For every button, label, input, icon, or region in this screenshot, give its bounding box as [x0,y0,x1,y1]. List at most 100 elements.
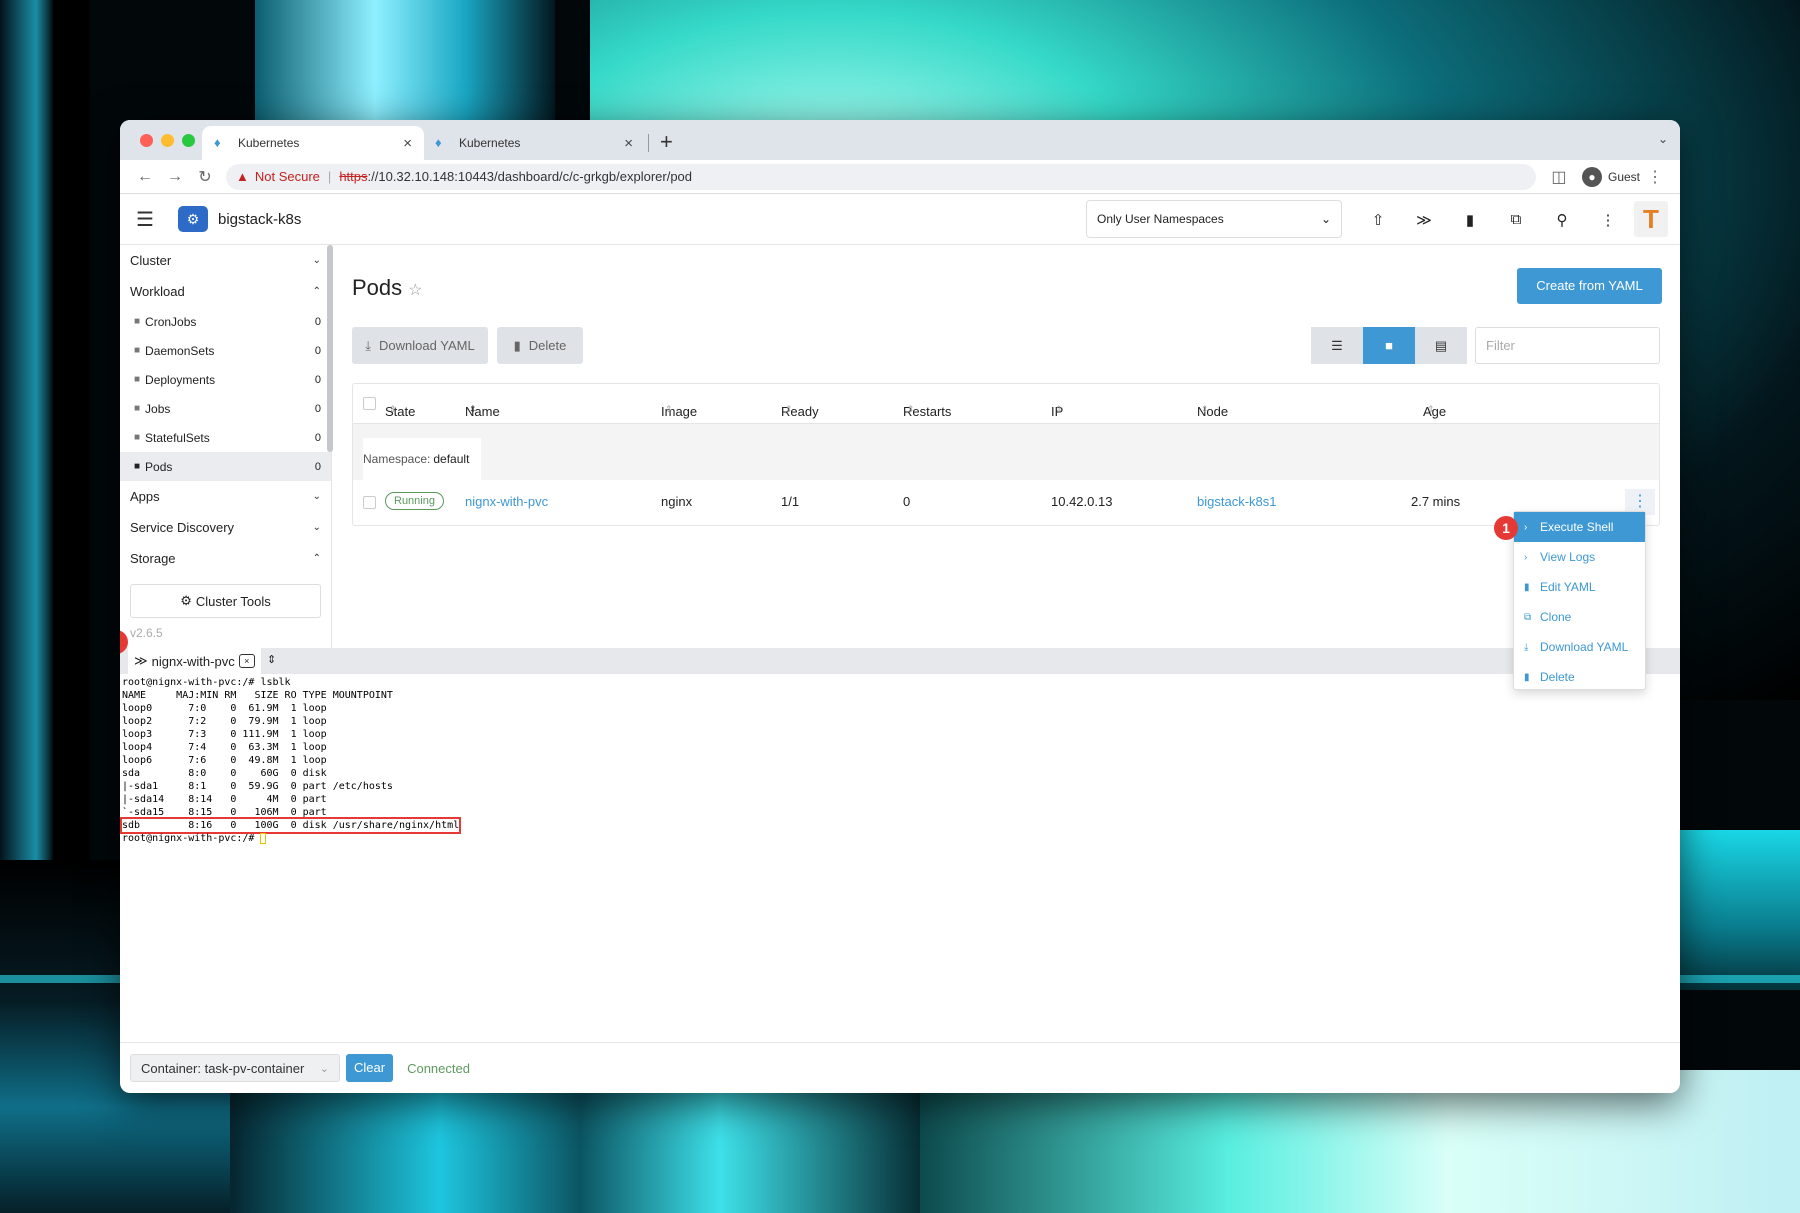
trash-icon: ▮ [513,337,521,353]
terminal-line: |-sda1 8:1 0 59.9G 0 part /etc/hosts [122,781,393,792]
address-bar[interactable]: ▲ Not Secure | https ://10.32.10.148:104… [226,163,1536,190]
menu-item-clone[interactable]: ⧉ Clone [1514,602,1645,632]
browser-tab-active[interactable]: ♦ Kubernetes × [202,126,424,160]
sidebar-group-storage[interactable]: Storage ⌃ [120,543,331,574]
sidebar-group-apps[interactable]: Apps ⌄ [120,481,331,512]
sidebar-group-label: Storage [130,551,176,566]
kubeconfig-file-icon[interactable]: ▮ [1447,211,1493,229]
namespace-selector[interactable]: Only User Namespaces ⌄ [1086,200,1342,238]
delete-button[interactable]: ▮ Delete [497,327,583,364]
reload-icon[interactable]: ↻ [190,167,220,187]
terminal-line: loop6 7:6 0 49.8M 1 loop [122,755,327,766]
maximize-window-button[interactable] [182,134,195,147]
sidebar-scrollbar[interactable] [327,245,333,452]
pod-name-link[interactable]: nignx-with-pvc [465,494,548,509]
terminal-output[interactable]: root@nignx-with-pvc:/# lsblk NAME MAJ:MI… [120,674,1680,1040]
copy-kubeconfig-icon[interactable]: ⧉ [1493,211,1539,228]
browser-menu-icon[interactable]: ⋮ [1640,167,1670,187]
create-from-yaml-button[interactable]: Create from YAML [1517,268,1662,304]
sidebar-group-label: Apps [130,489,160,504]
menu-item-execute-shell[interactable]: › Execute Shell [1514,512,1645,542]
terminal-line: root@nignx-with-pvc:/# lsblk [122,677,291,688]
tab-divider [648,134,649,152]
tab-search-chevron-icon[interactable]: ⌄ [1658,132,1668,146]
sidebar-group-workload[interactable]: Workload ⌃ [120,276,331,307]
hamburger-menu-icon[interactable]: ☰ [120,207,170,232]
group-by-namespace-icon[interactable]: ■ [1363,327,1415,364]
sidebar-item-daemonsets[interactable]: ■ DaemonSets 0 [120,336,331,365]
search-icon[interactable]: ⚲ [1539,211,1585,229]
menu-item-edit-yaml[interactable]: ▮ Edit YAML [1514,572,1645,602]
chevron-down-icon: ⌄ [312,255,321,266]
kubernetes-favicon-icon: ♦ [214,135,221,150]
sort-icon: ⇕ [665,403,673,414]
more-options-icon[interactable]: ⋮ [1585,211,1631,229]
import-yaml-icon[interactable]: ⇧ [1355,211,1401,229]
folder-icon: ■ [134,316,141,327]
row-checkbox[interactable] [363,496,376,509]
terminal-line: loop0 7:0 0 61.9M 1 loop [122,703,327,714]
pod-age: 2.7 mins [1411,494,1461,509]
sidebar-item-cronjobs[interactable]: ■ CronJobs 0 [120,307,331,336]
node-link[interactable]: bigstack-k8s1 [1197,494,1276,509]
folder-icon: ■ [134,461,141,472]
sidebar-group-service-discovery[interactable]: Service Discovery ⌄ [120,512,331,543]
sidebar-group-cluster[interactable]: Cluster ⌄ [120,245,331,276]
close-tab-icon[interactable]: × [624,135,633,152]
menu-item-label: View Logs [1540,550,1596,564]
download-yaml-label: Download YAML [379,338,475,353]
sidebar-item-count: 0 [314,344,321,357]
minimize-window-button[interactable] [161,134,174,147]
filter-input[interactable]: Filter [1475,327,1660,364]
close-window-button[interactable] [140,134,153,147]
sidebar-item-count: 0 [314,402,321,415]
sidebar-item-deployments[interactable]: ■ Deployments 0 [120,365,331,394]
folder-icon: ■ [134,374,141,385]
new-tab-button[interactable]: + [660,129,673,155]
terminal-line: loop4 7:4 0 63.3M 1 loop [122,742,327,753]
menu-item-label: Delete [1540,670,1575,684]
divider: | [327,169,332,184]
clear-button[interactable]: Clear [346,1054,394,1082]
sidebar-item-count: 0 [314,431,321,444]
group-by-node-icon[interactable]: ▤ [1415,327,1467,364]
sidebar-item-statefulsets[interactable]: ■ StatefulSets 0 [120,423,331,452]
version-label[interactable]: v2.6.5 [120,618,331,648]
url-scheme: https [339,169,368,184]
flat-list-view-icon[interactable]: ☰ [1311,327,1363,364]
terminal-prompt: root@nignx-with-pvc:/# [122,833,261,844]
shell-tab[interactable]: ≫ nignx-with-pvc × [128,648,261,674]
sidebar-toggle-icon[interactable]: ◫ [1544,167,1574,187]
menu-item-delete[interactable]: ▮ Delete [1514,662,1645,692]
namespace-group-row: Namespace: default [353,424,1659,480]
menu-item-view-logs[interactable]: › View Logs [1514,542,1645,572]
kubectl-shell-icon[interactable]: ≫ [1401,211,1447,229]
terminal-line: NAME MAJ:MIN RM SIZE RO TYPE MOUNTPOINT [122,690,393,701]
cluster-logo-icon: ⚙ [178,206,208,232]
forward-arrow-icon[interactable]: → [160,168,190,186]
namespace-group-label: Namespace: default [363,438,482,480]
star-icon[interactable]: ☆ [408,282,422,299]
close-shell-icon[interactable]: × [238,654,255,668]
download-yaml-button[interactable]: ⤓ Download YAML [352,327,488,364]
sidebar-item-label: Deployments [145,372,216,387]
menu-item-download-yaml[interactable]: ⤓ Download YAML [1514,632,1645,662]
sidebar-item-jobs[interactable]: ■ Jobs 0 [120,394,331,423]
menu-item-label: Download YAML [1540,640,1629,654]
back-arrow-icon[interactable]: ← [130,168,160,186]
namespace-label: Namespace: [363,452,431,466]
container-select[interactable]: Container: task-pv-container ⌄ [130,1054,340,1082]
security-status[interactable]: Not Secure [255,169,320,184]
close-tab-icon[interactable]: × [403,135,412,152]
browser-toolbar: ← → ↻ ▲ Not Secure | https ://10.32.10.1… [120,160,1680,194]
terminal-cursor [260,832,267,844]
sidebar-item-count: 0 [314,373,321,386]
user-avatar[interactable]: T [1634,201,1668,237]
cluster-tools-button[interactable]: ⚙ Cluster Tools [130,584,321,618]
expand-collapse-icon[interactable]: ⇕ [267,653,276,666]
profile-button[interactable]: ● Guest [1581,166,1640,187]
browser-tab[interactable]: ♦ Kubernetes × [423,126,645,160]
sort-icon: ⇕ [469,403,477,414]
sidebar-item-pods[interactable]: ■ Pods 0 [120,452,331,481]
select-all-checkbox[interactable] [363,397,376,410]
